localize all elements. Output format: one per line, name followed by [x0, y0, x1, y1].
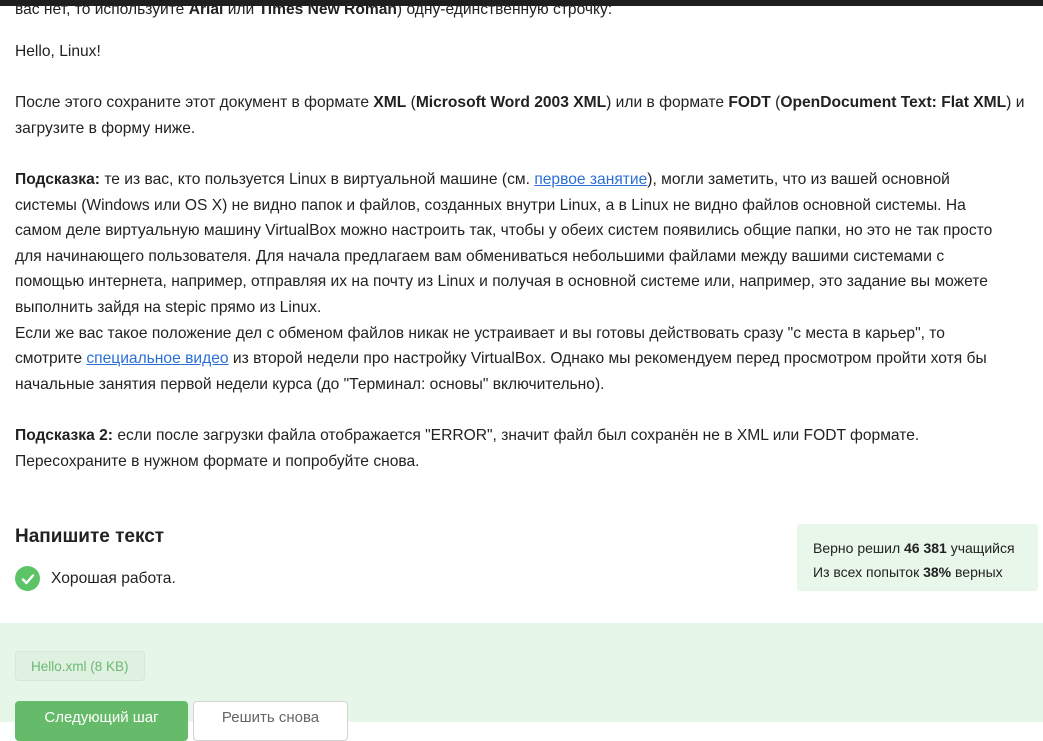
- task-title: Напишите текст: [15, 526, 165, 547]
- hint-2-label: Подсказка 2:: [15, 427, 113, 444]
- submission-panel: Hello.xml (8 KB) Следующий шаг Решить сн…: [0, 623, 1043, 741]
- save-instruction: После этого сохраните этот документ в фо…: [15, 94, 1025, 137]
- solved-count: 46 381: [904, 540, 947, 556]
- solved-count-line: Верно решил 46 381 учащийся: [813, 540, 1015, 556]
- attempts-line: Из всех попыток 38% верных: [813, 564, 1003, 580]
- font-name-arial: Arial: [188, 1, 224, 18]
- hint-1-label: Подсказка:: [15, 171, 100, 188]
- stats-panel: Верно решил 46 381 учащийся Из всех попы…: [797, 524, 1038, 591]
- instruction-line: вас нет, то используйте Arial или Times …: [15, 1, 613, 18]
- first-lesson-link[interactable]: первое занятие: [534, 171, 647, 188]
- hint-2: Подсказка 2: если после загрузки файла о…: [15, 427, 920, 470]
- check-circle-icon: [15, 566, 40, 591]
- hello-line: Hello, Linux!: [15, 43, 101, 60]
- uploaded-file[interactable]: Hello.xml (8 KB): [15, 651, 145, 681]
- font-name-times: Times New Roman: [258, 1, 397, 18]
- retry-button[interactable]: Решить снова: [193, 701, 348, 741]
- special-video-link[interactable]: специальное видео: [86, 350, 228, 367]
- success-message: Хорошая работа.: [15, 566, 176, 591]
- attempts-percent: 38%: [923, 564, 952, 580]
- next-step-button[interactable]: Следующий шаг: [15, 701, 188, 741]
- hint-1: Подсказка: те из вас, кто пользуется Lin…: [15, 171, 993, 393]
- success-text: Хорошая работа.: [51, 569, 176, 587]
